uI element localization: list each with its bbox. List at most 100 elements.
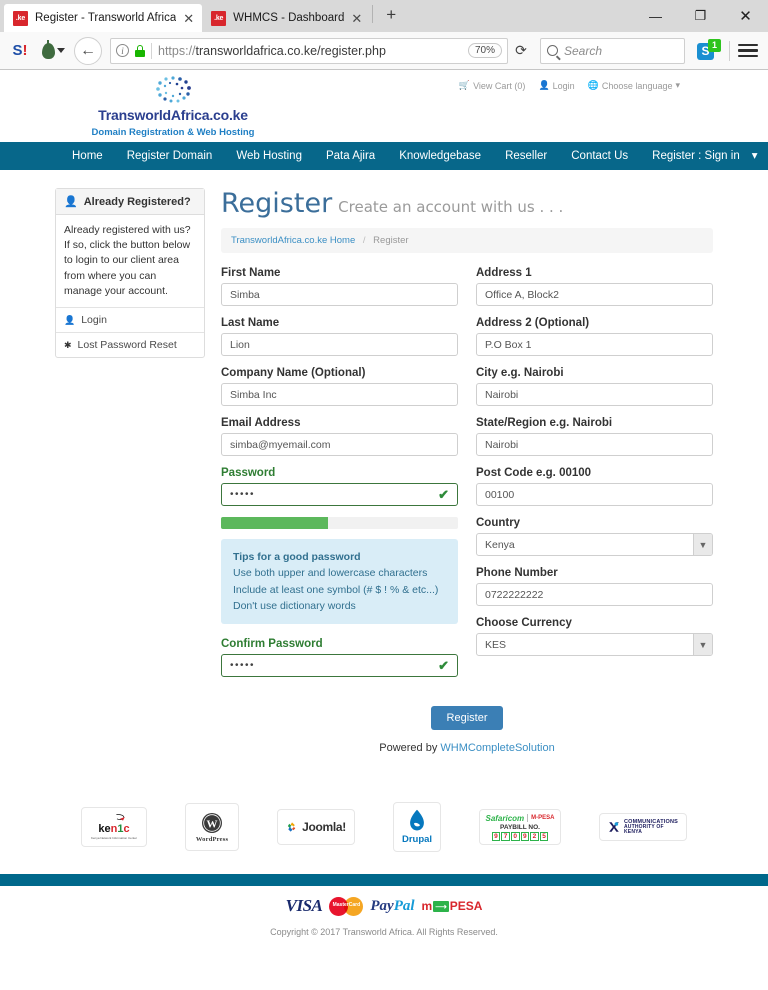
- choose-language-link[interactable]: 🌐 Choose language ▾: [588, 80, 680, 91]
- nav-item-web-hosting[interactable]: Web Hosting: [224, 142, 314, 170]
- skype-extension-icon[interactable]: S 1: [695, 38, 721, 64]
- safaricom-mpesa-logo[interactable]: Safaricom M-PESA PAYBILL NO. 9 7 0 9 2 5: [479, 809, 561, 846]
- header-login-link[interactable]: 👤 Login: [538, 80, 574, 91]
- field-value: simba@myemail.com: [230, 438, 331, 451]
- check-icon: ✔: [438, 657, 449, 673]
- nav-item-reseller[interactable]: Reseller: [493, 142, 559, 170]
- kenic-wordmark: ken1c: [98, 823, 130, 836]
- address-1-input[interactable]: Office A, Block2: [476, 283, 713, 306]
- nav-item-knowledgebase[interactable]: Knowledgebase: [387, 142, 493, 170]
- sidebar-item-login[interactable]: 👤 Login: [56, 307, 204, 332]
- stumbleupon-excl: !: [22, 42, 28, 59]
- menu-icon[interactable]: [738, 43, 758, 58]
- choose-language-label: Choose language: [601, 80, 673, 91]
- post-code-input[interactable]: 00100: [476, 483, 713, 506]
- submit-row: Register: [221, 706, 713, 731]
- logo-name: TransworldAfrica.co.ke: [98, 107, 248, 123]
- logo-tagline: Domain Registration & Web Hosting: [91, 127, 255, 138]
- nav-item-contact-us[interactable]: Contact Us: [559, 142, 640, 170]
- field-value: Office A, Block2: [485, 288, 559, 301]
- first-name-input[interactable]: Simba: [221, 283, 458, 306]
- kenic-logo[interactable]: ken1c Kenya Network Information Center: [81, 807, 147, 848]
- ca-line2: AUTHORITY OF KENYA: [623, 823, 664, 836]
- ca-kenya-x-icon: [609, 822, 619, 832]
- country-select[interactable]: Kenya ▼: [476, 533, 713, 556]
- field-value: Kenya: [485, 538, 515, 551]
- field-phone-number: Phone Number 0722222222: [476, 567, 713, 606]
- reload-icon[interactable]: ⟳: [510, 42, 532, 59]
- drupal-logo[interactable]: Drupal: [393, 802, 441, 853]
- browser-tab-whmcs[interactable]: .ke WHMCS - Dashboard ✕: [202, 4, 371, 32]
- site-logo[interactable]: TransworldAfrica.co.ke Domain Registrati…: [88, 74, 258, 138]
- tab-title: WHMCS - Dashboard: [233, 12, 345, 24]
- field-label: Password: [221, 467, 276, 479]
- company-name-input[interactable]: Simba Inc: [221, 383, 458, 406]
- last-name-input[interactable]: Lion: [221, 333, 458, 356]
- nav-item-register-signin[interactable]: Register : Sign in: [640, 142, 752, 170]
- field-label: State/Region e.g. Nairobi: [476, 417, 613, 429]
- email-field[interactable]: simba@myemail.com: [221, 433, 458, 456]
- field-value: •••••: [230, 489, 256, 500]
- close-window-button[interactable]: ✕: [723, 0, 768, 32]
- city-input[interactable]: Nairobi: [476, 383, 713, 406]
- register-button[interactable]: Register: [430, 706, 504, 731]
- communications-authority-logo[interactable]: COMMUNICATIONS AUTHORITY OF KENYA: [599, 813, 687, 842]
- field-value: •••••: [230, 660, 256, 672]
- kenic-subtitle: Kenya Network Information Center: [90, 836, 138, 841]
- breadcrumb-home-link[interactable]: TransworldAfrica.co.ke Home: [231, 235, 355, 246]
- stumbleupon-icon[interactable]: S!: [9, 41, 31, 61]
- tab-close-icon[interactable]: ✕: [183, 12, 194, 25]
- user-icon: 👤: [538, 80, 550, 90]
- sidebar-item-lost-password-reset[interactable]: ✱ Lost Password Reset: [56, 332, 204, 357]
- form-column-right: Address 1 Office A, Block2 Address 2 (Op…: [476, 267, 713, 688]
- address-2-input[interactable]: P.O Box 1: [476, 333, 713, 356]
- field-label: Choose Currency: [476, 617, 572, 629]
- breadcrumb: TransworldAfrica.co.ke Home / Register: [221, 228, 713, 253]
- confirm-password-input[interactable]: ••••• ✔: [221, 654, 458, 678]
- search-bar[interactable]: Search: [540, 37, 685, 64]
- sidebar-item-label: Login: [81, 314, 107, 327]
- view-cart-link[interactable]: 🛒 View Cart (0): [459, 80, 526, 91]
- page-content: TransworldAfrica.co.ke Domain Registrati…: [0, 70, 768, 990]
- zoom-level-badge[interactable]: 70%: [467, 43, 502, 58]
- nav-account-chevron-down-icon[interactable]: ▾: [752, 142, 768, 170]
- field-label: Address 1: [476, 267, 532, 279]
- kenic-swoosh-icon: [116, 814, 125, 821]
- site-header: TransworldAfrica.co.ke Domain Registrati…: [0, 70, 768, 142]
- field-value: Nairobi: [485, 438, 519, 451]
- field-value: KES: [485, 638, 507, 651]
- search-input[interactable]: Search: [564, 44, 602, 58]
- nav-item-register-domain[interactable]: Register Domain: [115, 142, 225, 170]
- wordpress-logo[interactable]: W WordPress: [185, 803, 239, 852]
- tab-close-icon[interactable]: ✕: [351, 12, 362, 25]
- back-button[interactable]: ←: [74, 36, 102, 65]
- tab-divider: [372, 4, 374, 23]
- field-label: Last Name: [221, 317, 280, 329]
- field-address-1: Address 1 Office A, Block2: [476, 267, 713, 306]
- password-input[interactable]: ••••• ✔: [221, 483, 458, 506]
- password-tips-heading: Tips for a good password: [233, 551, 361, 563]
- phone-number-input[interactable]: 0722222222: [476, 583, 713, 606]
- field-value: 0722222222: [485, 588, 544, 601]
- currency-select[interactable]: KES ▼: [476, 633, 713, 656]
- joomla-logo[interactable]: Joomla!: [277, 809, 355, 846]
- header-utility-links: 🛒 View Cart (0) 👤 Login 🌐 Choose languag…: [459, 80, 680, 91]
- nav-item-pata-ajira[interactable]: Pata Ajira: [314, 142, 387, 170]
- field-address-2: Address 2 (Optional) P.O Box 1: [476, 317, 713, 356]
- user-icon: 👤: [64, 196, 78, 208]
- maximize-button[interactable]: ❐: [678, 0, 723, 32]
- whmcs-link[interactable]: WHMCompleteSolution: [440, 742, 554, 754]
- field-label: Confirm Password: [221, 638, 323, 651]
- nav-item-home[interactable]: Home: [60, 142, 115, 170]
- url-bar[interactable]: i https://transworldafrica.co.ke/registe…: [110, 37, 508, 64]
- field-country: Country Kenya ▼: [476, 517, 713, 556]
- new-tab-button[interactable]: +: [375, 6, 407, 26]
- state-region-input[interactable]: Nairobi: [476, 433, 713, 456]
- onion-extension-icon[interactable]: [42, 39, 65, 59]
- site-info-icon[interactable]: i: [116, 44, 129, 57]
- browser-toolbar: S! ← i https://transworldafrica.co.ke/re…: [0, 32, 768, 70]
- url-scheme: https://: [158, 43, 196, 58]
- minimize-button[interactable]: —: [633, 0, 678, 32]
- wordpress-w-icon: W: [202, 812, 222, 833]
- browser-tab-register[interactable]: .ke Register - Transworld Africa ✕: [4, 4, 203, 32]
